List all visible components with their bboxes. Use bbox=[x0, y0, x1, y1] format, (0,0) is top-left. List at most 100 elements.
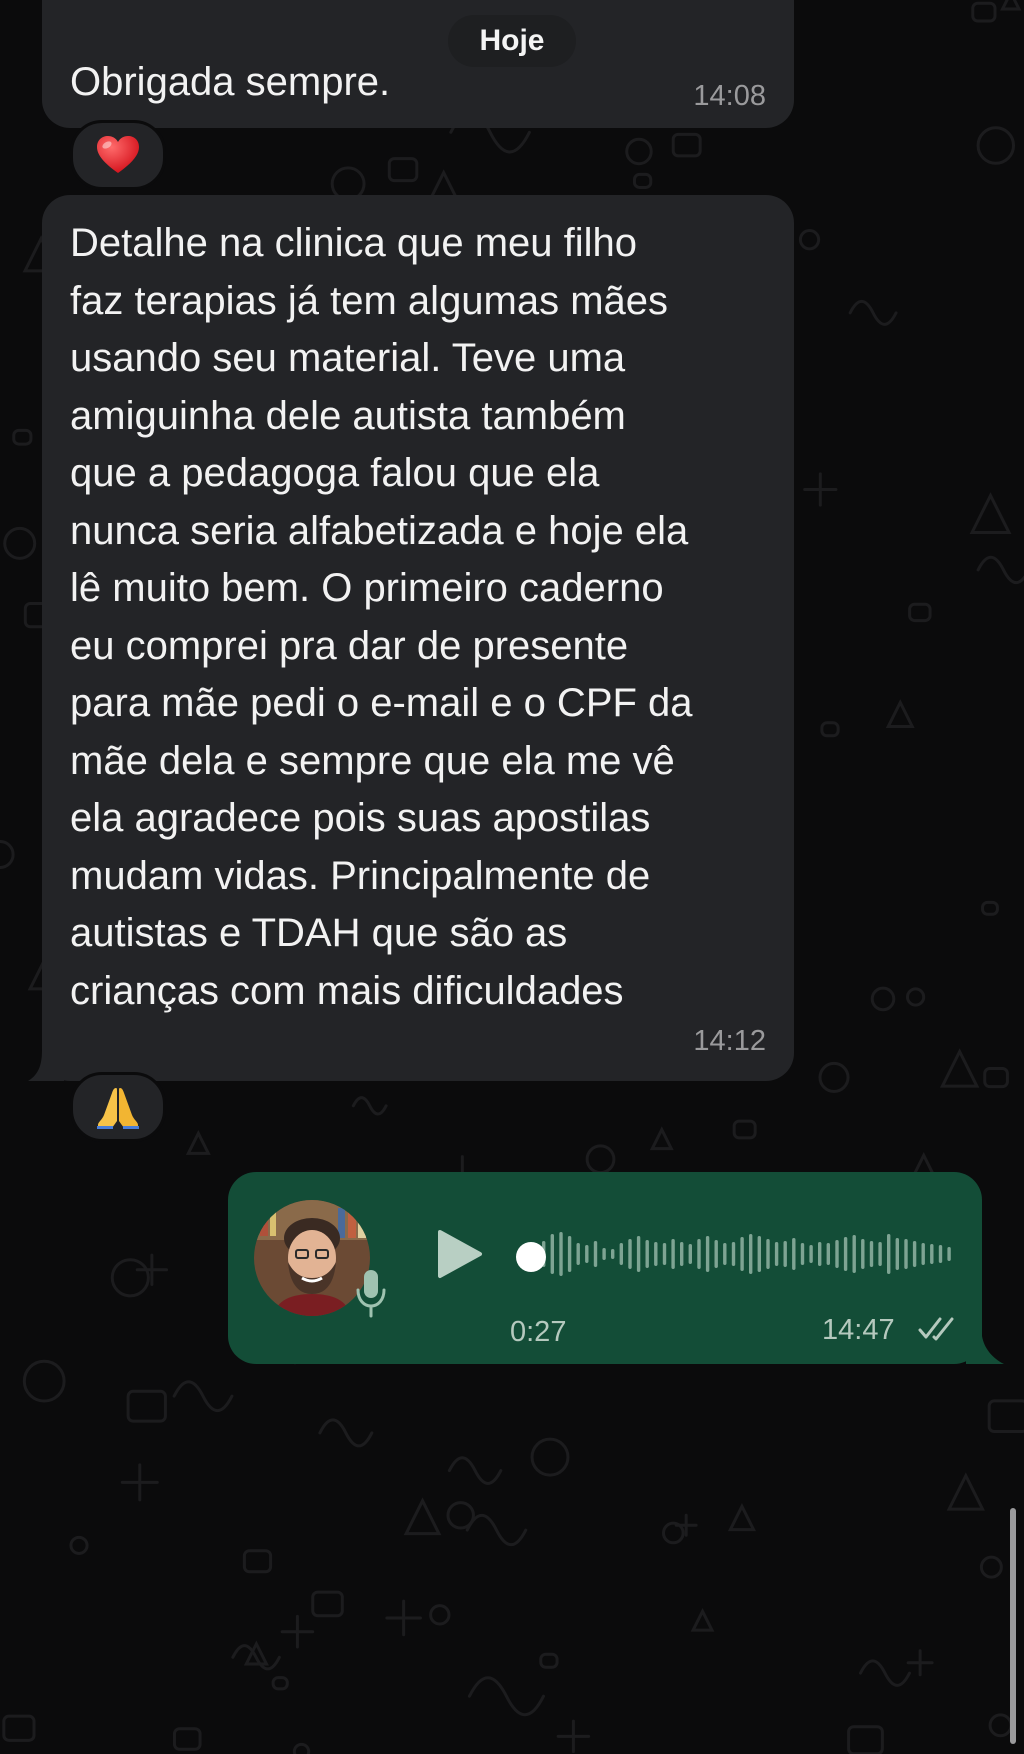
waveform-bar bbox=[731, 1242, 736, 1266]
message-text-line: que a pedagoga falou que ela bbox=[70, 451, 600, 495]
wallpaper-doodle bbox=[385, 1599, 422, 1637]
double-check-icon bbox=[918, 1317, 954, 1341]
wallpaper-doodle bbox=[465, 1513, 528, 1547]
wallpaper-doodle bbox=[690, 1607, 715, 1632]
message-text-line: nunca seria alfabetizada e hoje ela bbox=[70, 508, 689, 553]
avatar-photo bbox=[254, 1200, 370, 1316]
wallpaper-doodle bbox=[979, 1555, 1003, 1579]
voice-waveform[interactable] bbox=[538, 1222, 958, 1286]
scrollbar[interactable] bbox=[1010, 1508, 1016, 1744]
wallpaper-doodle bbox=[988, 1713, 1013, 1738]
wallpaper-doodle bbox=[671, 132, 702, 158]
waveform-bar bbox=[688, 1244, 692, 1264]
message-text: Obrigada sempre. bbox=[70, 60, 391, 104]
waveform-bar bbox=[611, 1249, 615, 1259]
waveform-bar bbox=[869, 1241, 874, 1267]
wallpaper-doodle bbox=[3, 526, 37, 560]
wallpaper-doodle bbox=[280, 1614, 315, 1649]
wallpaper-doodle bbox=[126, 1389, 167, 1423]
play-icon[interactable] bbox=[434, 1226, 486, 1282]
message-text-line: amiguinha dele autista também bbox=[70, 393, 626, 438]
waveform-bar bbox=[792, 1238, 796, 1270]
message-text-line: faz terapias já tem algumas mães bbox=[70, 278, 669, 323]
wallpaper-doodle bbox=[110, 1258, 150, 1298]
waveform-bar bbox=[671, 1239, 675, 1269]
wallpaper-doodle bbox=[2, 1714, 36, 1742]
wallpaper-doodle bbox=[649, 1126, 674, 1151]
wallpaper-doodle bbox=[1000, 0, 1022, 11]
wallpaper-doodle bbox=[820, 721, 840, 738]
message-reaction[interactable] bbox=[70, 1072, 166, 1142]
wallpaper-doodle bbox=[983, 1067, 1009, 1089]
wallpaper-doodle bbox=[351, 1096, 388, 1116]
wallpaper-doodle bbox=[403, 1497, 442, 1536]
waveform-bar bbox=[585, 1245, 589, 1263]
wallpaper-doodle bbox=[530, 1437, 570, 1477]
waveform-bar bbox=[843, 1237, 848, 1271]
waveform-bar bbox=[912, 1241, 917, 1267]
wallpaper-doodle bbox=[946, 1472, 985, 1511]
waveform-bar bbox=[800, 1243, 805, 1265]
voice-duration: 0:27 bbox=[510, 1316, 567, 1348]
wallpaper-doodle bbox=[539, 1652, 559, 1669]
microphone-icon bbox=[356, 1270, 386, 1318]
waveform-bar bbox=[714, 1240, 718, 1268]
wallpaper-doodle bbox=[185, 1129, 211, 1155]
avatar[interactable] bbox=[254, 1200, 370, 1316]
wallpaper-doodle bbox=[172, 1727, 202, 1751]
message-bubble-outgoing[interactable]: 0:27 14:47 bbox=[228, 1172, 982, 1364]
wallpaper-doodle bbox=[12, 428, 33, 446]
message-timestamp: 14:47 bbox=[822, 1314, 895, 1346]
message-text-line: usando seu material. Teve uma bbox=[70, 336, 626, 380]
wallpaper-doodle bbox=[732, 1119, 757, 1140]
waveform-bar bbox=[783, 1241, 787, 1267]
wallpaper-doodle bbox=[271, 1676, 289, 1691]
bubble-tail bbox=[28, 1050, 64, 1081]
waveform-bar bbox=[818, 1242, 822, 1266]
wallpaper-doodle bbox=[0, 840, 15, 869]
wallpaper-doodle bbox=[906, 1649, 934, 1677]
message-text-line: para mãe pedi o e-mail e o CPF da bbox=[70, 681, 693, 725]
waveform-bar bbox=[861, 1239, 865, 1269]
wallpaper-doodle bbox=[847, 1725, 884, 1754]
wallpaper-doodle bbox=[939, 1048, 980, 1088]
wallpaper-doodle bbox=[625, 137, 653, 166]
date-separator: Hoje bbox=[448, 15, 576, 67]
waveform-bar bbox=[895, 1238, 899, 1270]
waveform-bar bbox=[662, 1243, 667, 1265]
wallpaper-doodle bbox=[971, 1, 997, 23]
playback-scrubber[interactable] bbox=[516, 1242, 546, 1272]
wallpaper-doodle bbox=[242, 1549, 273, 1574]
wallpaper-doodle bbox=[318, 1418, 374, 1448]
message-bubble-incoming[interactable]: Detalhe na clinica que meu filho faz ter… bbox=[42, 195, 794, 1081]
wallpaper-doodle bbox=[905, 987, 926, 1007]
message-text-line: mudam vidas. Principalmente de bbox=[70, 853, 651, 898]
wallpaper-doodle bbox=[429, 1604, 451, 1626]
wallpaper-doodle bbox=[556, 1719, 591, 1754]
waveform-bar bbox=[766, 1239, 770, 1269]
heart-emoji bbox=[97, 136, 139, 173]
wallpaper-doodle bbox=[467, 1676, 545, 1717]
message-bubble-incoming[interactable]: Obrigada sempre. 14:08 bbox=[42, 0, 794, 128]
wallpaper-doodle bbox=[447, 1456, 503, 1485]
message-text-line: crianças com mais dificuldades bbox=[70, 968, 624, 1013]
waveform-bar bbox=[628, 1239, 632, 1269]
wallpaper-doodle bbox=[632, 172, 653, 189]
message-reaction[interactable] bbox=[70, 120, 166, 190]
waveform-bar bbox=[930, 1244, 934, 1264]
message-text-line: autistas e TDAH que são as bbox=[70, 911, 568, 955]
waveform-bar bbox=[602, 1248, 606, 1260]
waveform-bar bbox=[593, 1241, 598, 1267]
waveform-bar bbox=[809, 1245, 813, 1263]
wallpaper-doodle bbox=[870, 986, 896, 1012]
wallpaper-doodle bbox=[292, 1742, 311, 1754]
waveform-bar bbox=[550, 1234, 554, 1274]
waveform-bar bbox=[947, 1247, 951, 1261]
waveform-bar bbox=[835, 1240, 839, 1268]
waveform-bar bbox=[680, 1242, 684, 1266]
message-text-line: lê muito bem. O primeiro caderno bbox=[70, 566, 664, 610]
wallpaper-doodle bbox=[727, 1503, 756, 1532]
waveform-bar bbox=[852, 1235, 856, 1273]
waveform-bar bbox=[567, 1236, 572, 1272]
message-timestamp: 14:12 bbox=[693, 1025, 766, 1057]
